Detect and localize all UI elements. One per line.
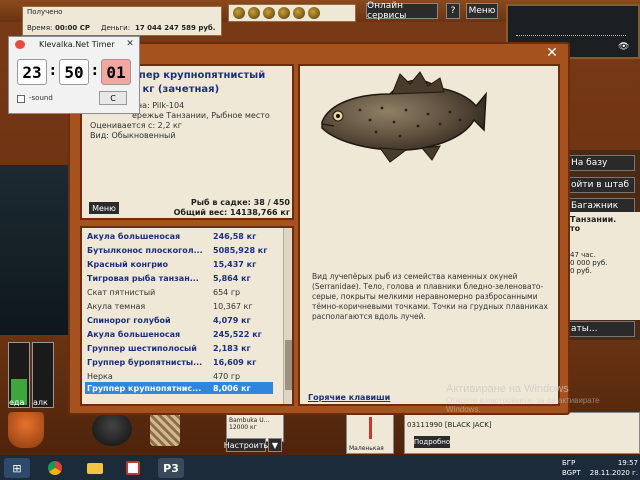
lure-icon[interactable] xyxy=(233,7,245,19)
taskbar-clock[interactable]: 19:57 28.11.2020 г. xyxy=(586,458,638,478)
eye-icon: 👁 xyxy=(618,42,630,52)
details-button[interactable]: Подробно xyxy=(414,436,450,448)
timer-hours: 23 xyxy=(17,59,47,85)
clock-time: 19:57 xyxy=(617,459,638,467)
headquarters-button[interactable]: ойти в штаб xyxy=(567,177,635,193)
float-panel: Маленькая xyxy=(346,412,394,454)
timer-app-icon xyxy=(15,40,25,49)
value-line: Оценивается с: 2,2 кг xyxy=(90,121,182,130)
dialog-menu-button[interactable]: Меню xyxy=(89,202,119,214)
online-services-button[interactable]: Онлайн сервисы xyxy=(366,1,438,21)
game-taskbar-icon[interactable]: P3 xyxy=(158,458,184,478)
list-item[interactable]: Нерка 470 гр xyxy=(85,370,273,382)
close-icon[interactable]: ✕ xyxy=(123,38,137,50)
right-info-title: Танзании. xyxy=(570,215,617,224)
net-icon[interactable] xyxy=(150,410,180,446)
language-indicator[interactable]: БГР BGPT xyxy=(562,458,581,478)
activation-title: Активиране на Windows xyxy=(446,383,569,395)
keepnet-total-weight: Общий вес: 14138,766 кг xyxy=(173,208,290,217)
rod-name: Bambuka U... xyxy=(229,417,270,424)
fish-description: Вид лучепёрых рыб из семейства каменных … xyxy=(312,272,548,321)
list-item[interactable]: Бутылконос плоскогол... 5085,928 кг xyxy=(85,244,273,256)
scrollbar-thumb[interactable] xyxy=(285,340,292,390)
timer-colon: : xyxy=(92,63,98,79)
chevron-down-icon[interactable]: ▼ xyxy=(268,438,282,452)
configure-button[interactable]: Настроить xyxy=(224,438,268,452)
activation-subtitle: Отидете в настройките, за да активирате … xyxy=(446,395,600,414)
to-base-button[interactable]: На базу xyxy=(567,155,635,171)
received-label: Получено xyxy=(27,8,63,16)
hotkeys-link[interactable]: Горячие клавиши xyxy=(308,393,390,402)
timer-colon: : xyxy=(50,63,56,79)
stats-panel: Получено Время: 00:00 СР Деньги: 17 044 … xyxy=(22,6,222,36)
acrobat-icon[interactable] xyxy=(120,458,146,478)
catch-list-scrollbar[interactable] xyxy=(283,228,292,404)
menu-button[interactable]: Меню xyxy=(466,3,498,19)
fish-description-panel xyxy=(298,64,560,406)
list-item[interactable]: Скат пятнистый 654 гр xyxy=(85,286,273,298)
bucket-icon[interactable] xyxy=(8,412,44,448)
shoreline xyxy=(516,16,626,36)
rod-weight: 12000 кг xyxy=(229,424,257,431)
keepnet-count: Рыб в садке: 38 / 450 xyxy=(190,198,290,207)
lure-icon[interactable] xyxy=(263,7,275,19)
list-item[interactable]: Акула большеносая 246,58 кг xyxy=(85,230,273,242)
list-item[interactable]: Тигровая рыба танзан... 5,864 кг xyxy=(85,272,273,284)
sound-checkbox[interactable] xyxy=(17,95,25,103)
lure-icon[interactable] xyxy=(248,7,260,19)
kind-line: Вид: Обыкновенный xyxy=(90,131,176,140)
right-info-line: то xyxy=(570,224,581,233)
catch-list: Акула большеносая 246,58 кг Бутылконос пл… xyxy=(80,226,294,406)
lure-icon[interactable] xyxy=(278,7,290,19)
list-item[interactable]: Красный конгрио 15,437 кг xyxy=(85,258,273,270)
lake-view xyxy=(0,165,78,335)
float-icon xyxy=(369,417,372,439)
money-label: Деньги: xyxy=(101,24,131,32)
fish-weight: 6 кг (зачетная) xyxy=(132,84,220,95)
clock-date: 28.11.2020 г. xyxy=(589,469,638,477)
file-explorer-icon[interactable] xyxy=(82,458,108,478)
list-item[interactable]: Акула темная 10,367 кг xyxy=(85,300,273,312)
timer-minutes: 50 xyxy=(59,59,89,85)
fish-image xyxy=(321,71,487,163)
food-label: еда xyxy=(9,398,25,407)
timer-seconds: 01 xyxy=(101,59,131,85)
money-value: 17 044 247 589 руб. xyxy=(135,24,216,32)
list-item[interactable]: Акула большеносая 245,522 кг xyxy=(85,328,273,340)
list-item[interactable]: Спинорог голубой 4,079 кг xyxy=(85,314,273,326)
help-button[interactable]: ? xyxy=(446,3,460,19)
float-label: Маленькая xyxy=(349,445,384,452)
time-value: 00:00 СР xyxy=(55,24,90,32)
time-label: Время: xyxy=(27,24,53,32)
language-code: БГР xyxy=(562,459,576,467)
language-layout: BGPT xyxy=(562,469,581,477)
windows-activation-watermark: Активиране на Windows Отидете в настройк… xyxy=(446,383,636,423)
right-footer-button[interactable]: аты... xyxy=(567,321,635,337)
close-icon[interactable]: ✕ xyxy=(542,44,562,62)
list-item[interactable]: Группер шестиполосый 2,183 кг xyxy=(85,342,273,354)
pot-icon[interactable] xyxy=(92,412,132,446)
timer-window: Klevalka.Net Timer ✕ 23 : 50 : 01 -sound… xyxy=(8,36,140,114)
right-info-panel: Танзании. то 47 час. 0 000 руб. 0 руб. xyxy=(567,212,640,320)
lure-icon[interactable] xyxy=(293,7,305,19)
lure-bar xyxy=(228,4,356,22)
windows-start-icon[interactable]: ⊞ xyxy=(4,458,30,478)
keepnet-summary: Рыб в садке: 38 / 450 Общий вес: 14138,7… xyxy=(150,198,290,218)
right-info-line: 47 час. xyxy=(570,251,596,259)
list-item-selected[interactable]: Группер крупнопятнис... 8,006 кг xyxy=(85,382,273,394)
lure-icon[interactable] xyxy=(308,7,320,19)
timer-title: Klevalka.Net Timer xyxy=(39,40,115,49)
right-info-line: 0 руб. xyxy=(570,267,592,275)
chrome-icon[interactable] xyxy=(42,458,68,478)
timer-c-button[interactable]: C xyxy=(99,91,127,105)
list-item[interactable]: Группер буропятнисты... 16,609 кг xyxy=(85,356,273,368)
fish-name: ппер крупнопятнистый xyxy=(132,70,266,81)
place-line: ережье Танзании, Рыбное место xyxy=(132,111,270,120)
sound-label: -sound xyxy=(29,94,53,102)
alcohol-label: алк xyxy=(33,398,48,407)
right-info-line: 0 000 руб. xyxy=(570,259,608,267)
